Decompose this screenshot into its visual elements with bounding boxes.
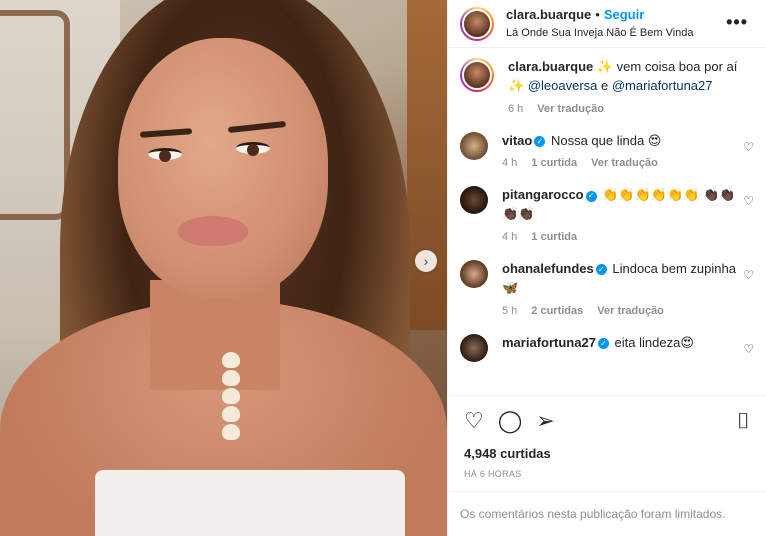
translate-link[interactable]: Ver tradução [537, 102, 604, 118]
bookmark-icon[interactable]: ⌷ [737, 408, 750, 434]
avatar[interactable] [460, 333, 488, 362]
comment-username[interactable]: pitangarocco [502, 187, 584, 202]
heart-icon[interactable]: ♡ [743, 140, 754, 154]
likes-link[interactable]: 1 curtida [531, 156, 577, 172]
share-icon[interactable]: ➢ [536, 408, 554, 434]
chair [0, 10, 70, 220]
chevron-right-icon: › [423, 253, 429, 269]
right-eye [236, 142, 270, 156]
comments-limited-notice: Os comentários nesta publicação foram li… [448, 491, 766, 536]
list-item: vitao ✓ Nossa que linda 😍 4 h 1 curtida V… [460, 131, 754, 173]
comment-username[interactable]: mariafortuna27 [502, 335, 596, 350]
comments-list: clara.buarque ✨ vem coisa boa por aí ✨ @… [448, 48, 766, 395]
verified-icon: ✓ [595, 264, 607, 276]
likes-link[interactable]: 1 curtida [531, 230, 577, 246]
heart-icon[interactable]: ♡ [743, 268, 754, 282]
face [118, 38, 328, 298]
post-date[interactable]: HÁ 6 HORAS [464, 469, 750, 479]
avatar[interactable] [460, 186, 488, 215]
caption: clara.buarque ✨ vem coisa boa por aí ✨ @… [460, 58, 754, 118]
door [407, 0, 447, 330]
avatar[interactable] [460, 260, 488, 289]
more-horizontal-icon[interactable]: ••• [726, 12, 748, 33]
comment-time[interactable]: 6 h [508, 102, 523, 118]
verified-icon: ✓ [534, 135, 546, 147]
avatar[interactable] [460, 131, 488, 160]
shell-necklace [218, 350, 244, 450]
post-header: clara.buarque • Seguir Lá Onde Sua Invej… [448, 0, 766, 48]
post-actions: ♡ ◯ ➢ ⌷ 4,948 curtidas HÁ 6 HORAS [448, 395, 766, 479]
caption-username[interactable]: clara.buarque [508, 59, 593, 74]
white-top [95, 470, 405, 536]
mention-link[interactable]: @leoaversa [528, 78, 598, 93]
likes-link[interactable]: 2 curtidas [531, 304, 583, 320]
header-username[interactable]: clara.buarque [506, 7, 591, 23]
comment-icon[interactable]: ◯ [498, 408, 523, 434]
audio-subtitle[interactable]: Lá Onde Sua Inveja Não É Bem Vinda [506, 27, 694, 41]
likes-count[interactable]: 4,948 curtidas [464, 446, 750, 461]
mention-link[interactable]: @mariafortuna27 [612, 78, 713, 93]
follow-button[interactable]: Seguir [604, 7, 644, 23]
list-item: pitangarocco ✓ 👏👏👏👏👏👏 👏🏿👏🏿👏🏿👏🏿 4 h 1 curt… [460, 186, 754, 246]
lips [178, 216, 248, 246]
list-item: mariafortuna27 ✓ eita lindeza😍 ♡ [460, 333, 754, 362]
avatar[interactable] [460, 6, 494, 41]
avatar[interactable] [460, 58, 494, 92]
verified-icon: ✓ [597, 337, 609, 349]
comment-username[interactable]: ohanalefundes [502, 261, 594, 276]
heart-icon[interactable]: ♡ [464, 408, 484, 434]
translate-link[interactable]: Ver tradução [597, 304, 664, 320]
list-item: ohanalefundes ✓ Lindoca bem zupinha 🦋 5 h… [460, 260, 754, 320]
post-photo[interactable]: › [0, 0, 447, 536]
verified-icon: ✓ [585, 190, 597, 202]
heart-icon[interactable]: ♡ [743, 342, 754, 356]
translate-link[interactable]: Ver tradução [591, 156, 658, 172]
instagram-post: › clara.buarque • Seguir Lá Onde Sua Inv… [0, 0, 766, 536]
next-photo-button[interactable]: › [415, 250, 437, 272]
comment-username[interactable]: vitao [502, 133, 532, 148]
post-sidebar: clara.buarque • Seguir Lá Onde Sua Invej… [447, 0, 766, 536]
heart-icon[interactable]: ♡ [743, 194, 754, 208]
left-eye [148, 148, 182, 162]
